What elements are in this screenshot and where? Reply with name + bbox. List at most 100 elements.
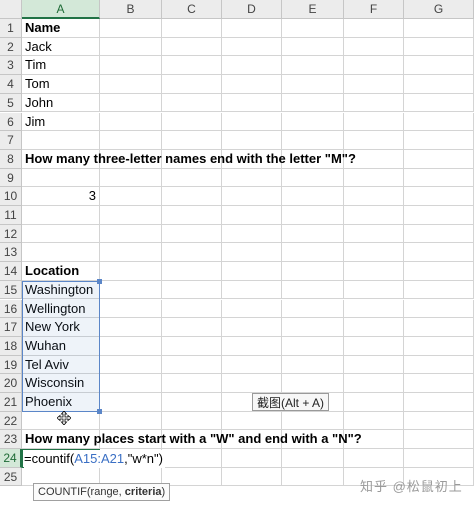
cell-d5[interactable] <box>222 93 282 113</box>
cell-f16[interactable] <box>344 299 404 319</box>
cell-e6[interactable] <box>282 112 344 132</box>
column-header-g[interactable]: G <box>404 0 474 19</box>
cell-c6[interactable] <box>162 112 222 132</box>
cell-c12[interactable] <box>162 224 222 244</box>
cell-e11[interactable] <box>282 206 344 225</box>
cell-f4[interactable] <box>344 75 404 94</box>
row-header-2[interactable]: 2 <box>0 37 22 57</box>
cell-b4[interactable] <box>100 75 162 94</box>
cell-a6[interactable]: Jim <box>22 112 100 132</box>
cell-b3[interactable] <box>100 56 162 76</box>
cell-c1[interactable] <box>162 19 222 38</box>
cell-f7[interactable] <box>344 131 404 150</box>
cell-e20[interactable] <box>282 374 344 393</box>
row-header-9[interactable]: 9 <box>0 168 22 188</box>
cell-e3[interactable] <box>282 56 344 76</box>
cell-g21[interactable] <box>404 393 474 412</box>
cell-g3[interactable] <box>404 56 474 76</box>
cell-a11[interactable] <box>22 206 100 225</box>
cell-c14[interactable] <box>162 262 222 281</box>
cell-e5[interactable] <box>282 93 344 113</box>
cell-e14[interactable] <box>282 262 344 281</box>
cell-a15[interactable]: Washington <box>22 280 100 300</box>
cell-c24[interactable] <box>162 449 222 468</box>
cell-e25[interactable] <box>282 467 344 487</box>
cell-c4[interactable] <box>162 75 222 94</box>
row-header-17[interactable]: 17 <box>0 318 22 337</box>
column-header-f[interactable]: F <box>344 0 404 19</box>
cell-b19[interactable] <box>100 355 162 375</box>
cell-d2[interactable] <box>222 37 282 57</box>
cell-g13[interactable] <box>404 243 474 263</box>
cell-a1[interactable]: Name <box>22 19 100 38</box>
cell-f15[interactable] <box>344 280 404 300</box>
cell-d20[interactable] <box>222 374 282 393</box>
cell-f12[interactable] <box>344 224 404 244</box>
cell-e1[interactable] <box>282 19 344 38</box>
row-header-8[interactable]: 8 <box>0 149 22 169</box>
cell-b6[interactable] <box>100 112 162 132</box>
cell-f22[interactable] <box>344 411 404 431</box>
cell-d15[interactable] <box>222 280 282 300</box>
cell-e16[interactable] <box>282 299 344 319</box>
cell-d16[interactable] <box>222 299 282 319</box>
row-header-13[interactable]: 13 <box>0 243 22 263</box>
range-top-handle[interactable] <box>97 278 102 284</box>
cell-d1[interactable] <box>222 19 282 38</box>
cell-b16[interactable] <box>100 299 162 319</box>
cell-c2[interactable] <box>162 37 222 57</box>
column-header-e[interactable]: E <box>282 0 344 19</box>
cell-d24[interactable] <box>222 449 282 468</box>
cell-c18[interactable] <box>162 336 222 356</box>
row-header-15[interactable]: 15 <box>0 280 22 300</box>
cell-f6[interactable] <box>344 112 404 132</box>
cell-g19[interactable] <box>404 355 474 375</box>
row-header-20[interactable]: 20 <box>0 374 22 393</box>
cell-f2[interactable] <box>344 37 404 57</box>
cell-b10[interactable] <box>100 187 162 206</box>
cell-g23[interactable] <box>404 430 474 450</box>
cell-d10[interactable] <box>222 187 282 206</box>
cell-g16[interactable] <box>404 299 474 319</box>
cell-d4[interactable] <box>222 75 282 94</box>
cell-f9[interactable] <box>344 168 404 188</box>
cell-g1[interactable] <box>404 19 474 38</box>
cell-c22[interactable] <box>162 411 222 431</box>
cell-f13[interactable] <box>344 243 404 263</box>
cell-a18[interactable]: Wuhan <box>22 336 100 356</box>
cell-b7[interactable] <box>100 131 162 150</box>
cell-c19[interactable] <box>162 355 222 375</box>
cell-a17[interactable]: New York <box>22 318 100 337</box>
cell-f21[interactable] <box>344 393 404 412</box>
cell-g10[interactable] <box>404 187 474 206</box>
cell-b17[interactable] <box>100 318 162 337</box>
row-header-22[interactable]: 22 <box>0 411 22 431</box>
cell-d9[interactable] <box>222 168 282 188</box>
cell-b21[interactable] <box>100 393 162 412</box>
cell-d14[interactable] <box>222 262 282 281</box>
cell-d7[interactable] <box>222 131 282 150</box>
cell-g8[interactable] <box>404 149 474 169</box>
row-header-3[interactable]: 3 <box>0 56 22 76</box>
cell-b20[interactable] <box>100 374 162 393</box>
column-header-b[interactable]: B <box>100 0 162 19</box>
cell-f18[interactable] <box>344 336 404 356</box>
cell-d11[interactable] <box>222 206 282 225</box>
cell-c5[interactable] <box>162 93 222 113</box>
cell-c3[interactable] <box>162 56 222 76</box>
cell-b22[interactable] <box>100 411 162 431</box>
cell-c20[interactable] <box>162 374 222 393</box>
cell-g9[interactable] <box>404 168 474 188</box>
row-header-12[interactable]: 12 <box>0 224 22 244</box>
cell-d13[interactable] <box>222 243 282 263</box>
cell-a23[interactable]: How many places start with a "W" and end… <box>22 430 362 450</box>
cell-e7[interactable] <box>282 131 344 150</box>
cell-f11[interactable] <box>344 206 404 225</box>
column-header-c[interactable]: C <box>162 0 222 19</box>
cell-g5[interactable] <box>404 93 474 113</box>
cell-a8[interactable]: How many three-letter names end with the… <box>22 149 356 169</box>
cell-d25[interactable] <box>222 467 282 487</box>
formula-text[interactable]: =countif(A15:A21,"w*n") <box>24 449 165 468</box>
row-header-11[interactable]: 11 <box>0 206 22 225</box>
cell-e13[interactable] <box>282 243 344 263</box>
